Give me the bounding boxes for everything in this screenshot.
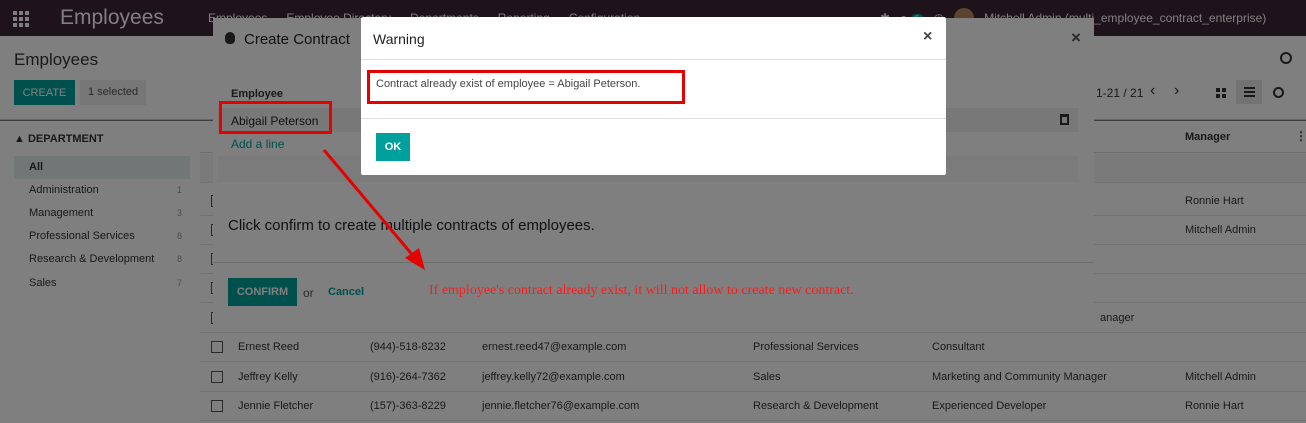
annotation-arrow xyxy=(322,149,425,270)
annotation-text: If employee's contract already exist, it… xyxy=(429,283,854,298)
